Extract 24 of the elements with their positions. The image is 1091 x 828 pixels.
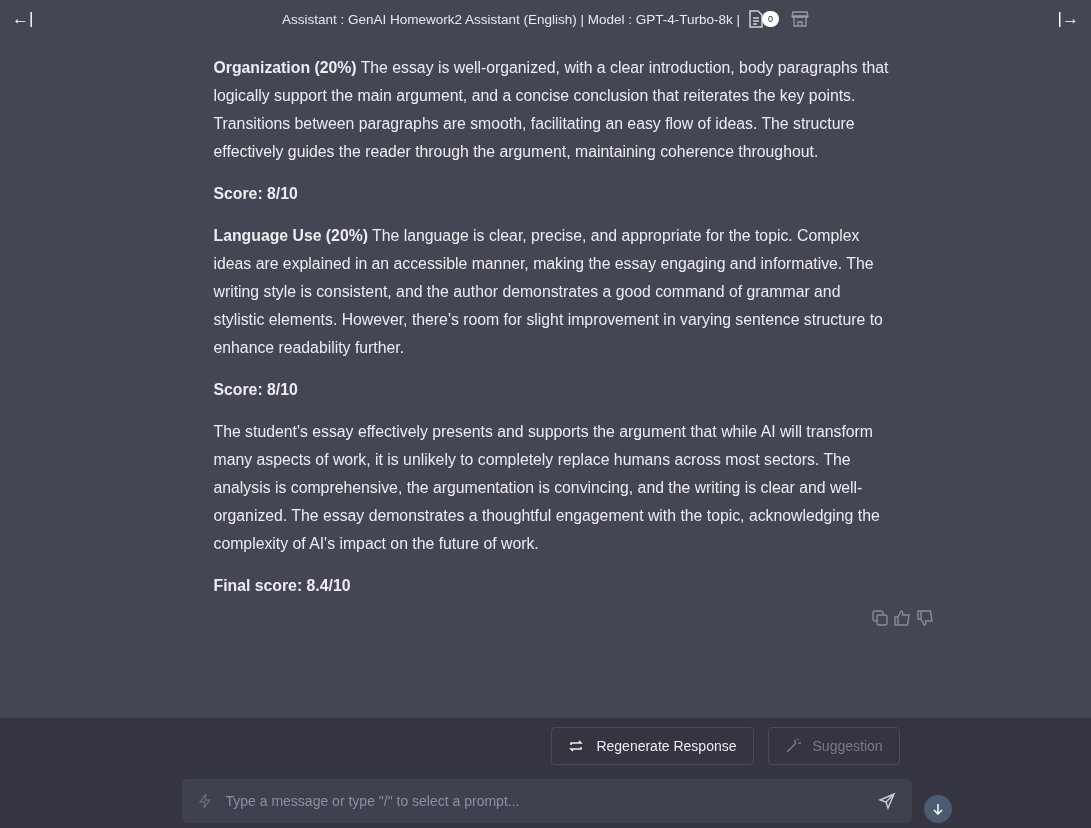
- send-icon[interactable]: [877, 792, 896, 810]
- score-text: Final score: 8.4/10: [213, 576, 352, 596]
- message-paragraph: The student's essay effectively presents and supports the argument that while AI will transform many aspects of work, it is unlikely to completely replace humans across most sectors. The analysis is comprehensive, the argumentation is convincing, and the writing is clear and well-organized. The essay demonstrates a thoughtful engagement with the topic, acknowledging the complexity of AI's impact on the future of work.: [213, 422, 881, 554]
- arrow-down-icon: [931, 803, 944, 815]
- score-text: Score: 8/10: [213, 380, 299, 400]
- message-paragraph: Language Use (20%) The language is clear, precise, and appropriate for the topic. Complex ideas are explained in an accessible manner, making the essay engaging and informative. The writing style is consistent, and the author demonstrates a good command of grammar and stylistic elements. However, there's room for slight improvement in varying sentence structure to enhance readability further.: [213, 226, 884, 358]
- expand-right-button[interactable]: |→: [1049, 5, 1087, 33]
- thumbs-down-icon[interactable]: [916, 610, 934, 626]
- lightning-icon: [197, 793, 212, 809]
- document-count-badge: 0: [762, 11, 780, 27]
- magic-wand-icon: [784, 738, 801, 754]
- store-icon[interactable]: [791, 10, 810, 28]
- repeat-arrows-icon: [568, 738, 585, 754]
- message-input-field[interactable]: Type a message or type "/" to select a prompt...: [223, 792, 866, 810]
- score-text: Score: 8/10: [213, 184, 299, 204]
- message-paragraph: Organization (20%) The essay is well-organized, with a clear introduction, body paragraphs that logically support the main argument, and a concise conclusion that reiterates the key points. Transitions between paragraphs are smooth, facilitating an easy flow of ideas. The structure effectively guides the reader through the argument, maintaining coherence throughout.: [213, 58, 890, 162]
- document-icon[interactable]: [748, 10, 765, 28]
- message-composer[interactable]: Type a message or type "/" to select a prompt...: [181, 779, 912, 823]
- action-button[interactable]: Regenerate Response: [551, 727, 754, 765]
- copy-icon[interactable]: [871, 610, 888, 626]
- thumbs-up-icon[interactable]: [893, 610, 911, 626]
- window-title: Assistant : GenAI Homework2 Assistant (English) | Model : GPT-4-Turbo-8k |: [281, 11, 741, 27]
- collapse-left-button[interactable]: ←|: [4, 5, 42, 33]
- scroll-down-button[interactable]: [923, 795, 952, 823]
